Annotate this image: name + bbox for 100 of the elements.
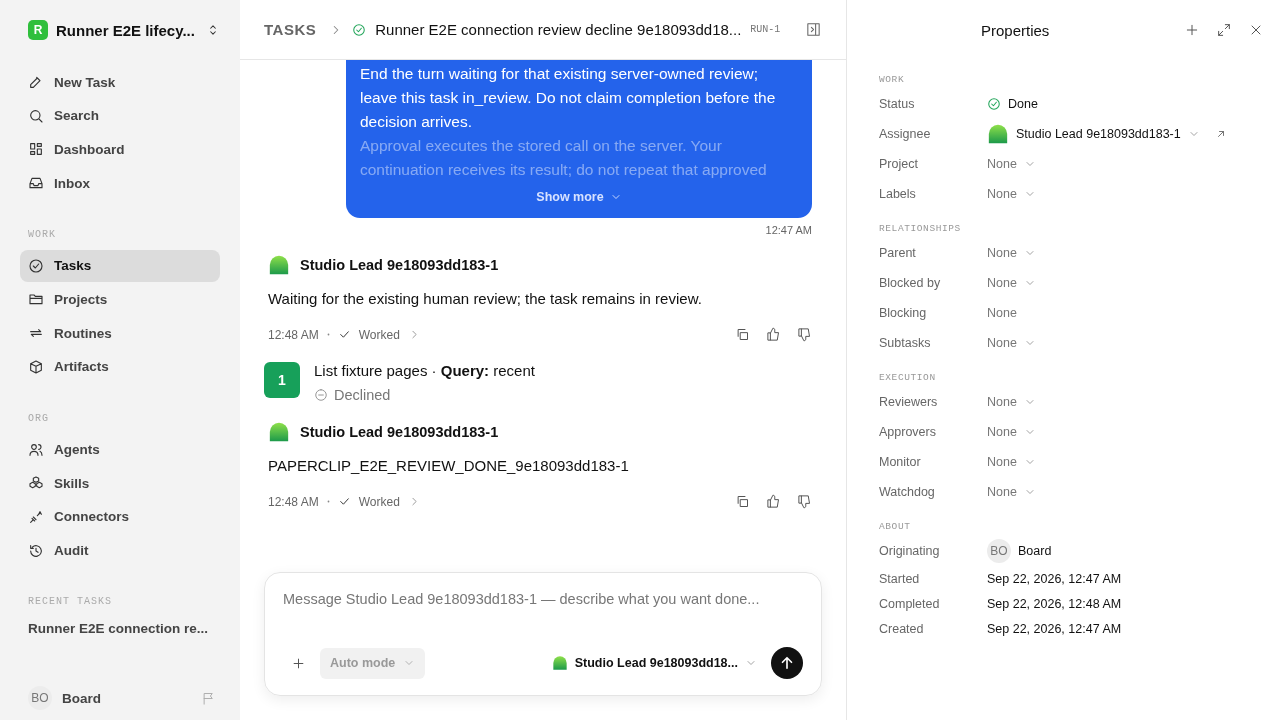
- agent-avatar: [268, 254, 290, 276]
- property-value[interactable]: None: [987, 455, 1017, 469]
- section-title: ABOUT: [879, 521, 912, 532]
- date-value: Sep 22, 2026, 12:47 AM: [987, 621, 1122, 636]
- user-avatar: BO: [28, 686, 52, 710]
- nav-item[interactable]: Artifacts: [20, 350, 220, 383]
- send-button[interactable]: [771, 647, 803, 679]
- user-name[interactable]: Board: [62, 690, 191, 706]
- users-icon: [28, 441, 44, 458]
- nav-item[interactable]: Connectors: [20, 500, 220, 533]
- task-id: RUN-1: [750, 24, 781, 35]
- property-value[interactable]: None: [987, 187, 1017, 201]
- copy-icon[interactable]: [735, 327, 750, 342]
- property-label: Reviewers: [879, 395, 939, 409]
- agent-avatar: [987, 123, 1009, 145]
- nav-item[interactable]: Agents: [20, 433, 220, 466]
- separator-dot: [326, 333, 330, 336]
- copy-icon[interactable]: [735, 494, 750, 509]
- expand-icon[interactable]: [1216, 22, 1232, 38]
- message-text: PAPERCLIP_E2E_REVIEW_DONE_9e18093dd183-1: [268, 457, 630, 474]
- plus-icon[interactable]: [291, 655, 306, 671]
- run-status: Worked: [358, 494, 400, 509]
- property-label: Created: [879, 621, 925, 636]
- agent-dropdown[interactable]: Studio Lead 9e18093dd18...: [551, 655, 757, 671]
- property-value: None: [987, 306, 1017, 320]
- property-label: Completed: [879, 596, 941, 611]
- assignee-value[interactable]: Studio Lead 9e18093dd183-1: [1016, 127, 1181, 141]
- message-time: 12:48 AM: [268, 494, 319, 509]
- property-value[interactable]: None: [987, 395, 1017, 409]
- nav-item[interactable]: Projects: [20, 283, 220, 316]
- nav-item[interactable]: Audit: [20, 534, 220, 567]
- nav-item[interactable]: Dashboard: [20, 133, 220, 166]
- user-avatar: BO: [987, 539, 1011, 563]
- agent-name: Studio Lead 9e18093dd18...: [574, 656, 738, 670]
- check-icon: [337, 328, 351, 341]
- property-label: Assignee: [879, 127, 932, 141]
- history-icon: [28, 542, 44, 559]
- property-label: Started: [879, 571, 921, 586]
- recent-task[interactable]: Runner E2E connection re...: [20, 617, 220, 641]
- task-title: Runner E2E connection review decline 9e18093dd18...: [375, 21, 742, 38]
- date-value: Sep 22, 2026, 12:47 AM: [987, 571, 1122, 586]
- nav-item[interactable]: New Task: [20, 66, 220, 98]
- nav-item[interactable]: Tasks: [20, 249, 220, 282]
- agent-avatar: [268, 421, 290, 443]
- property-label: Subtasks: [879, 336, 932, 350]
- property-value[interactable]: None: [987, 485, 1017, 499]
- section-title: WORK: [27, 227, 57, 242]
- section-title: WORK: [879, 74, 906, 85]
- property-label: Blocking: [879, 306, 928, 320]
- workspace-logo: R: [28, 20, 48, 40]
- property-value[interactable]: None: [987, 336, 1017, 350]
- thumbs-down-icon[interactable]: [797, 494, 812, 509]
- property-label: Monitor: [879, 455, 922, 469]
- tool-call-title: List fixture pages · Query: recent: [314, 362, 535, 379]
- thumbs-up-icon[interactable]: [766, 327, 781, 342]
- property-value[interactable]: None: [987, 425, 1017, 439]
- property-value[interactable]: None: [987, 157, 1017, 171]
- property-value[interactable]: None: [987, 276, 1017, 290]
- panel-toggle-icon[interactable]: [805, 21, 822, 38]
- section-title: RECENT TASKS: [27, 595, 113, 610]
- box-icon: [28, 358, 44, 375]
- edit-icon: [28, 74, 44, 90]
- agent-avatar: [551, 655, 568, 671]
- message-text: Approval executes the stored call on the server. Your continuation receives its result; do not repeat that approved: [360, 136, 768, 180]
- thumbs-down-icon[interactable]: [797, 327, 812, 342]
- message-time: 12:48 AM: [268, 327, 319, 342]
- separator-dot: [326, 500, 330, 503]
- property-label: Originating: [879, 544, 941, 558]
- property-value: Board: [1018, 544, 1052, 558]
- status-value[interactable]: Done: [1008, 97, 1038, 111]
- message-text: Waiting for the existing human review; the task remains in review.: [268, 290, 703, 307]
- property-value[interactable]: None: [987, 246, 1017, 260]
- step-number: 1: [264, 362, 300, 398]
- property-label: Parent: [879, 246, 917, 260]
- nav-item[interactable]: Routines: [20, 317, 220, 350]
- thumbs-up-icon[interactable]: [766, 494, 781, 509]
- section-title: EXECUTION: [879, 372, 937, 383]
- author-name: Studio Lead 9e18093dd183-1: [300, 257, 499, 273]
- message-time: 12:47 AM: [765, 224, 812, 236]
- check-icon: [337, 495, 351, 508]
- section-title: ORG: [27, 411, 50, 426]
- plug-icon: [28, 508, 44, 525]
- run-status: Worked: [358, 327, 400, 342]
- property-label: Status: [879, 97, 916, 111]
- breadcrumb-link[interactable]: TASKS: [264, 21, 317, 38]
- message-text: End the turn waiting for that existing server-owned review; leave this task in_review. Do not claim completion before the decision arrives.: [360, 64, 777, 132]
- property-label: Watchdog: [879, 485, 936, 499]
- panel-title: Properties: [981, 21, 1050, 39]
- show-more-button[interactable]: Show more: [532, 188, 626, 206]
- nav-item[interactable]: Search: [20, 99, 220, 132]
- flag-icon[interactable]: [201, 690, 216, 706]
- nav-item[interactable]: Skills: [20, 467, 220, 500]
- workspace-name[interactable]: Runner E2E lifecy...: [56, 21, 198, 39]
- nav-item[interactable]: Inbox: [20, 167, 220, 200]
- author-name: Studio Lead 9e18093dd183-1: [300, 424, 499, 440]
- property-label: Approvers: [879, 425, 937, 439]
- property-label: Labels: [879, 187, 917, 201]
- property-label: Blocked by: [879, 276, 942, 290]
- dashboard-icon: [28, 141, 44, 158]
- tool-call-status: Declined: [334, 387, 391, 403]
